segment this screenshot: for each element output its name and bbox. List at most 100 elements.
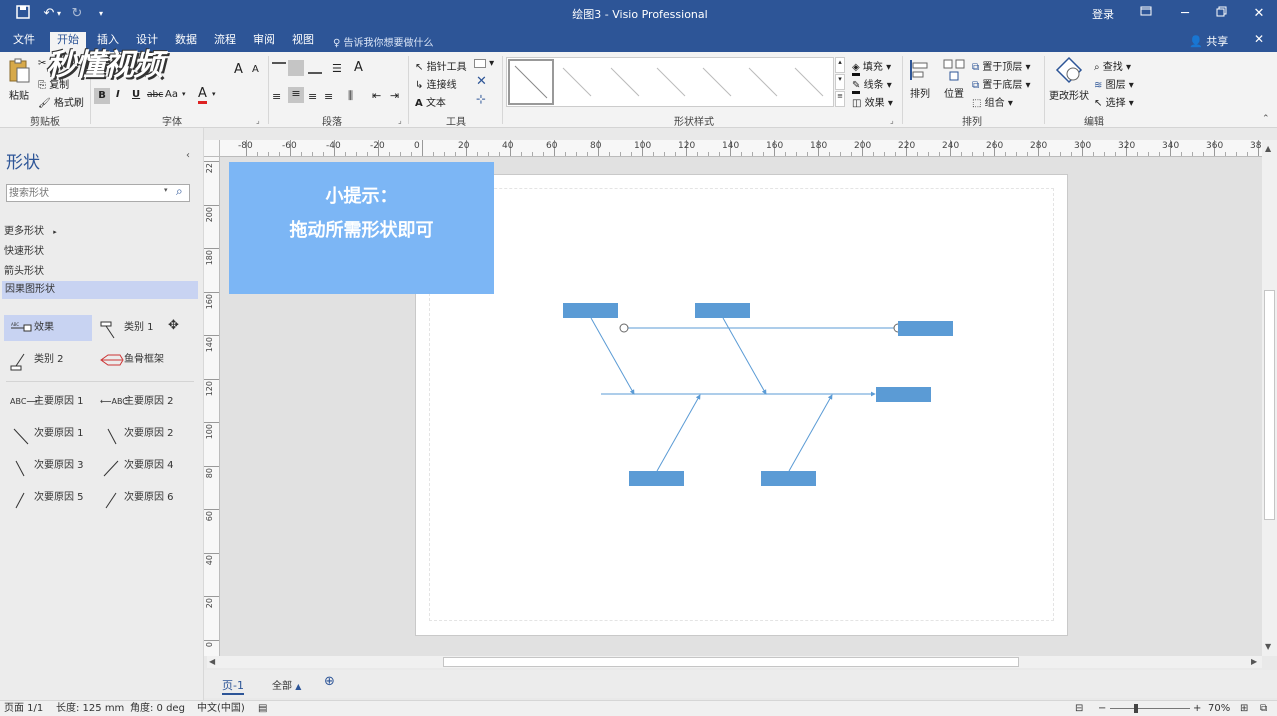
delete-icon[interactable]: ✕ — [476, 74, 487, 89]
vertical-scrollbar[interactable]: ▲ ▼ — [1262, 140, 1277, 656]
page-tab-1[interactable]: 页-1 — [222, 677, 244, 695]
shape-secondary-cause-4[interactable]: 次要原因 4 — [94, 453, 182, 479]
zoom-out-icon[interactable]: − — [1098, 701, 1106, 716]
save-icon[interactable] — [14, 5, 32, 23]
layers-button[interactable]: ≋ 图层 ▾ — [1094, 76, 1134, 91]
customize-quick-access-icon[interactable]: ▾ — [92, 5, 110, 23]
redo-icon[interactable]: ↻ — [68, 5, 86, 23]
change-case-button[interactable]: Aa — [165, 89, 178, 100]
format-painter-button[interactable]: 🖌 格式刷 — [38, 94, 84, 109]
align-top-icon[interactable] — [272, 62, 286, 74]
zoom-in-icon[interactable]: + — [1193, 701, 1201, 716]
close-document-icon[interactable]: ✕ — [1254, 32, 1264, 46]
fill-button[interactable]: ◈ 填充 ▾ — [852, 58, 891, 76]
strikethrough-button[interactable]: abc — [147, 90, 163, 100]
font-dialog-launcher-icon[interactable]: ⌟ — [256, 116, 260, 125]
shape-secondary-cause-2[interactable]: 次要原因 2 — [94, 421, 182, 447]
fit-page-icon[interactable]: ⊞ — [1240, 701, 1248, 716]
connector-begin-handle[interactable] — [619, 323, 629, 333]
search-dropdown-icon[interactable]: ▾ — [164, 186, 168, 194]
font-color-button[interactable]: A — [198, 87, 207, 104]
shape-fishbone-frame[interactable]: 鱼骨框架 — [94, 347, 182, 373]
category-bone-bottom-2[interactable] — [788, 394, 833, 472]
gallery-more-icon[interactable]: ≡ — [835, 91, 845, 107]
macro-record-icon[interactable]: ▤ — [258, 701, 267, 716]
align-bottom-icon[interactable] — [308, 62, 322, 74]
scroll-down-icon[interactable]: ▼ — [1265, 642, 1271, 651]
change-shape-button[interactable]: 更改形状 — [1048, 56, 1090, 102]
select-button[interactable]: ↖ 选择 ▾ — [1094, 94, 1134, 109]
status-language[interactable]: 中文(中国) — [197, 701, 245, 716]
text-direction-icon[interactable]: A — [354, 60, 363, 75]
add-page-icon[interactable]: ⊕ — [324, 674, 335, 689]
zoom-slider[interactable] — [1110, 708, 1190, 709]
shape-secondary-cause-3[interactable]: 次要原因 3 — [4, 453, 92, 479]
restore-icon[interactable] — [1212, 5, 1230, 23]
tab-process[interactable]: 流程 — [207, 32, 243, 52]
stencil-cause-effect-shapes[interactable]: 因果图形状 — [2, 281, 198, 299]
bold-button[interactable]: B — [94, 88, 110, 104]
shape-primary-cause-1[interactable]: ABC⟶ 主要原因 1 — [4, 389, 92, 415]
gallery-scroll-down-icon[interactable]: ▾ — [835, 74, 845, 90]
text-tool-button[interactable]: A 文本 — [415, 94, 446, 109]
collapse-panel-icon[interactable]: ‹ — [186, 150, 190, 161]
tab-file[interactable]: 文件 — [6, 32, 42, 52]
align-right-icon[interactable]: ≡ — [308, 90, 317, 103]
position-button[interactable]: 位置 — [940, 58, 968, 100]
status-page[interactable]: 页面 1/1 — [4, 701, 43, 716]
align-button[interactable]: 排列 — [906, 58, 934, 100]
stencil-more-shapes[interactable]: 更多形状 ▸ — [4, 223, 164, 241]
category-box-bottom-1[interactable] — [629, 471, 684, 486]
shrink-font-button[interactable]: A — [252, 64, 259, 75]
shape-style-gallery[interactable] — [506, 57, 834, 107]
shape-secondary-cause-1[interactable]: 次要原因 1 — [4, 421, 92, 447]
shape-secondary-cause-5[interactable]: 次要原因 5 — [4, 485, 92, 511]
scroll-right-icon[interactable]: ▶ — [1251, 657, 1257, 666]
shape-search-box[interactable]: ▾ ⌕ — [6, 184, 190, 202]
pointer-tool-button[interactable]: ↖ 指针工具 — [415, 58, 467, 73]
shape-primary-cause-2[interactable]: ⟵ABC 主要原因 2 — [94, 389, 182, 415]
case-dropdown-icon[interactable]: ▾ — [182, 90, 186, 98]
connector-button[interactable]: ↳ 连接线 — [415, 76, 457, 91]
bullets-icon[interactable]: ☰ — [332, 62, 342, 75]
bring-to-front-button[interactable]: ⧉ 置于顶层 ▾ — [972, 58, 1031, 73]
align-left-icon[interactable]: ≡ — [272, 90, 281, 103]
category-bone-top-2[interactable] — [722, 317, 767, 395]
close-icon[interactable]: ✕ — [1250, 5, 1268, 23]
connection-point-icon[interactable]: ⊹ — [476, 92, 486, 106]
scroll-up-icon[interactable]: ▲ — [1265, 144, 1271, 153]
line-button[interactable]: ✎ 线条 ▾ — [852, 76, 892, 94]
category-bone-bottom-1[interactable] — [656, 394, 701, 472]
search-icon[interactable]: ⌕ — [176, 184, 183, 199]
tab-review[interactable]: 审阅 — [246, 32, 282, 52]
justify-icon[interactable]: ≡ — [324, 90, 333, 103]
align-center-icon[interactable]: ≡ — [288, 87, 304, 103]
paste-button[interactable]: 粘贴 — [6, 58, 32, 112]
grow-font-button[interactable]: A — [234, 62, 243, 77]
align-middle-icon[interactable] — [288, 60, 304, 76]
tab-data[interactable]: 数据 — [168, 32, 204, 52]
font-color-dropdown-icon[interactable]: ▾ — [212, 90, 216, 98]
shape-styles-dialog-launcher-icon[interactable]: ⌟ — [890, 116, 894, 125]
zoom-slider-thumb[interactable] — [1134, 704, 1138, 713]
search-input[interactable] — [9, 186, 159, 200]
presentation-mode-icon[interactable]: ⊟ — [1075, 701, 1083, 716]
send-to-back-button[interactable]: ⧉ 置于底层 ▾ — [972, 76, 1031, 91]
underline-button[interactable]: U — [132, 89, 140, 100]
tell-me-box[interactable]: ♀ 告诉我你想要做什么 — [333, 34, 434, 49]
tab-view[interactable]: 视图 — [285, 32, 321, 52]
stencil-arrow-shapes[interactable]: 箭头形状 — [4, 263, 164, 281]
vertical-scroll-thumb[interactable] — [1264, 290, 1275, 520]
find-button[interactable]: ⌕ 查找 ▾ — [1094, 58, 1131, 73]
shape-effect[interactable]: ABC 效果 — [4, 315, 92, 341]
share-button[interactable]: 👤 共享 — [1189, 33, 1228, 49]
paragraph-dialog-launcher-icon[interactable]: ⌟ — [398, 116, 402, 125]
dragged-effect-box[interactable] — [898, 321, 953, 336]
gallery-scroll-up-icon[interactable]: ▴ — [835, 57, 845, 73]
italic-button[interactable]: I — [116, 89, 120, 100]
category-box-bottom-2[interactable] — [761, 471, 816, 486]
decrease-indent-icon[interactable]: ⇤ — [372, 89, 381, 102]
undo-dropdown-icon[interactable]: ▾ — [54, 5, 64, 23]
all-pages-button[interactable]: 全部 ▲ — [272, 677, 301, 692]
columns-icon[interactable]: ⫼ — [348, 89, 353, 103]
